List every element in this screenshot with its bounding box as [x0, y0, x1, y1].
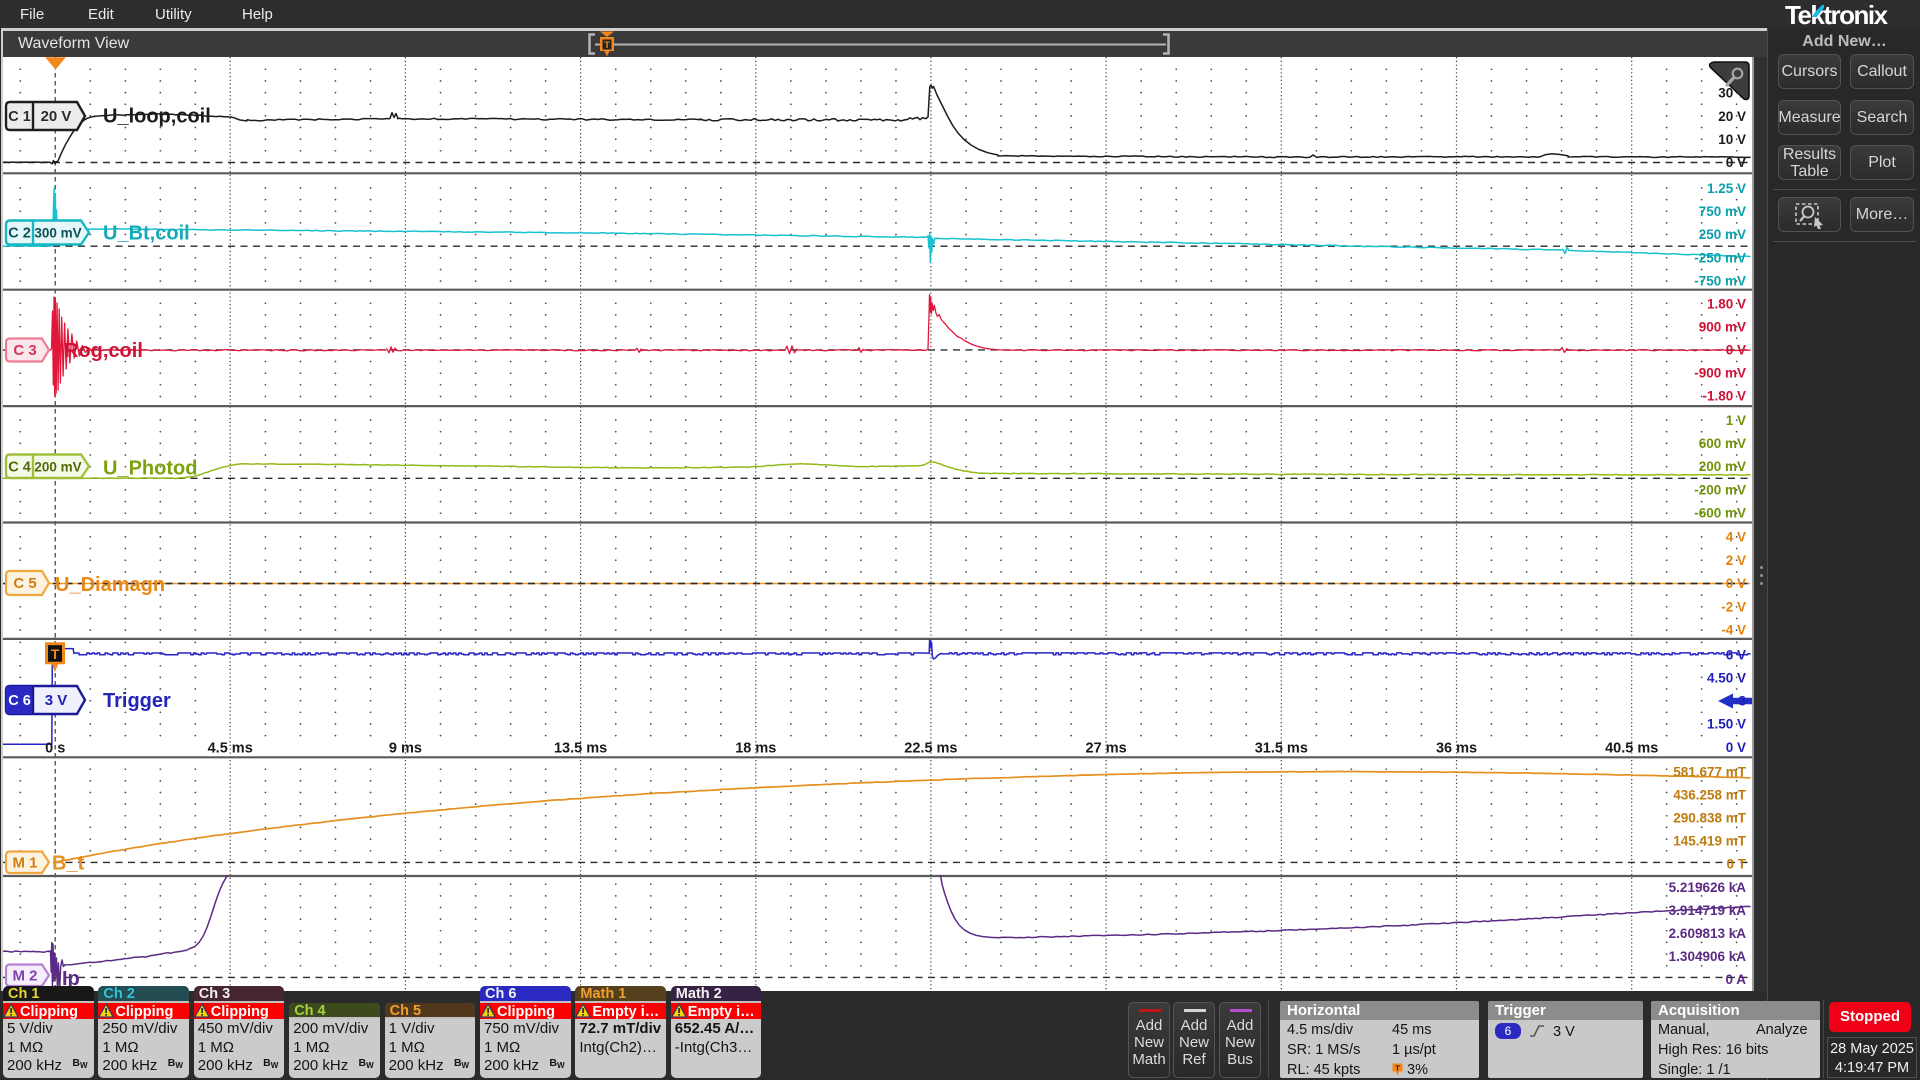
svg-text:C 4: C 4: [8, 459, 31, 475]
svg-text:1.25 V: 1.25 V: [1707, 181, 1746, 196]
svg-text:B_t: B_t: [52, 853, 85, 875]
svg-text:18 ms: 18 ms: [735, 741, 776, 757]
svg-text:13.5 ms: 13.5 ms: [554, 741, 607, 757]
svg-text:4.5 ms: 4.5 ms: [208, 741, 253, 757]
svg-text:1.50 V: 1.50 V: [1707, 717, 1746, 732]
svg-text:2.609813 kA: 2.609813 kA: [1669, 926, 1747, 941]
svg-text:-250 mV: -250 mV: [1694, 250, 1746, 265]
svg-text:10 V: 10 V: [1718, 132, 1746, 147]
svg-text:0 s: 0 s: [45, 741, 65, 757]
svg-text:600 mV: 600 mV: [1699, 436, 1746, 451]
svg-text:4 V: 4 V: [1726, 530, 1746, 545]
svg-text:31.5 ms: 31.5 ms: [1255, 741, 1308, 757]
svg-text:200 mV: 200 mV: [34, 459, 81, 474]
svg-text:3: 3: [1738, 694, 1746, 709]
svg-text:40.5 ms: 40.5 ms: [1605, 741, 1658, 757]
svg-text:0 V: 0 V: [1726, 576, 1746, 591]
svg-text:U_Photod: U_Photod: [103, 458, 197, 480]
svg-text:-200 mV: -200 mV: [1694, 482, 1746, 497]
svg-text:C 5: C 5: [13, 575, 36, 592]
svg-text:36 ms: 36 ms: [1436, 741, 1477, 757]
svg-text:1.304906 kA: 1.304906 kA: [1669, 949, 1747, 964]
svg-text:M 1: M 1: [12, 854, 37, 871]
svg-text:T: T: [1395, 1064, 1400, 1073]
svg-text:300 mV: 300 mV: [34, 226, 81, 241]
svg-text:200 mV: 200 mV: [1699, 459, 1746, 474]
svg-text:436.258 mT: 436.258 mT: [1673, 788, 1747, 803]
svg-text:20 V: 20 V: [41, 108, 72, 125]
svg-text:22.5 ms: 22.5 ms: [904, 741, 957, 757]
svg-text:3.914719 kA: 3.914719 kA: [1669, 903, 1747, 918]
svg-text:C 6: C 6: [8, 693, 31, 709]
svg-text:750 mV: 750 mV: [1699, 204, 1746, 219]
svg-text:-750 mV: -750 mV: [1694, 274, 1746, 289]
svg-text:581.677 mT: 581.677 mT: [1673, 765, 1747, 780]
svg-text:4.50 V: 4.50 V: [1707, 671, 1746, 686]
svg-text:1.80 V: 1.80 V: [1707, 296, 1746, 311]
svg-text:-900 mV: -900 mV: [1694, 366, 1746, 381]
svg-text:6 V: 6 V: [1726, 648, 1746, 663]
svg-text:2 V: 2 V: [1726, 553, 1746, 568]
svg-text:T: T: [604, 40, 610, 51]
svg-text:M 2: M 2: [12, 967, 37, 984]
svg-text:Rog,coil: Rog,coil: [64, 340, 143, 362]
svg-text:U_Diamagn: U_Diamagn: [55, 574, 165, 596]
svg-text:U_loop,coil: U_loop,coil: [103, 106, 211, 128]
svg-text:1 V: 1 V: [1726, 413, 1746, 428]
svg-text:-4 V: -4 V: [1721, 623, 1746, 638]
svg-text:9 ms: 9 ms: [389, 741, 422, 757]
svg-text:0 A: 0 A: [1725, 972, 1746, 987]
svg-text:0 V: 0 V: [1726, 342, 1746, 357]
svg-text:5.219626 kA: 5.219626 kA: [1669, 880, 1747, 895]
svg-text:0 T: 0 T: [1726, 857, 1746, 872]
svg-text:C 2: C 2: [8, 226, 31, 242]
svg-text:-2 V: -2 V: [1721, 600, 1746, 615]
svg-text:-600 mV: -600 mV: [1694, 506, 1746, 521]
svg-text:250 mV: 250 mV: [1699, 227, 1746, 242]
svg-text:U_Bt,coil: U_Bt,coil: [103, 223, 190, 245]
svg-text:3 V: 3 V: [45, 692, 68, 709]
svg-text:27 ms: 27 ms: [1086, 741, 1127, 757]
svg-text:900 mV: 900 mV: [1699, 319, 1746, 334]
svg-text:145.419 mT: 145.419 mT: [1673, 834, 1747, 849]
svg-text:T: T: [51, 646, 60, 662]
svg-text:290.838 mT: 290.838 mT: [1673, 811, 1747, 826]
svg-text:Trigger: Trigger: [103, 690, 171, 712]
svg-text:20 V: 20 V: [1718, 109, 1746, 124]
svg-text:-1.80 V: -1.80 V: [1702, 389, 1746, 404]
svg-text:0 V: 0 V: [1726, 155, 1746, 170]
svg-text:0 V: 0 V: [1726, 740, 1746, 755]
svg-text:C 3: C 3: [13, 342, 36, 359]
svg-text:C 1: C 1: [8, 109, 31, 125]
